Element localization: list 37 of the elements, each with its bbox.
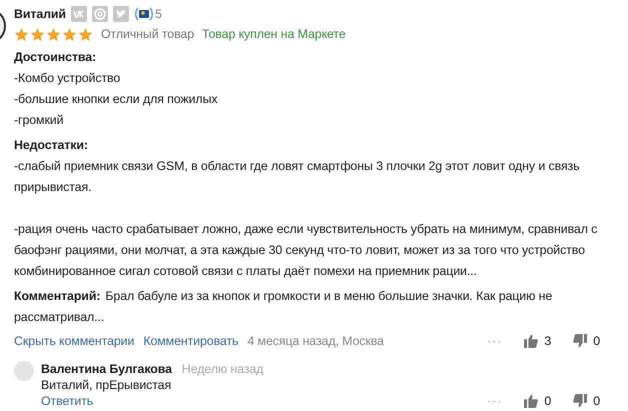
- dislike-button[interactable]: 0: [573, 332, 600, 350]
- add-comment-link[interactable]: Комментировать: [143, 332, 238, 350]
- thumb-up-icon: [524, 394, 538, 408]
- purchase-note: Товар куплен на Маркете: [202, 26, 346, 43]
- rating-text: Отличный товар: [101, 26, 194, 43]
- reply-link[interactable]: Ответить: [41, 393, 94, 409]
- star-icon: [62, 26, 77, 42]
- reply-text: Виталий, прЕрывистая: [41, 377, 172, 393]
- review-text: -рация очень часто срабатывает ложно, даже если чувствительность убрать на минимум, сравнивал с баофэнг рациями, они молчат, а эта каждые 30 секунд что-то ловит, может из за того что устройство комбинированное сигал сотовой связи с платы даёт помехи на приемник рации...: [14, 221, 598, 280]
- hide-comments-link[interactable]: Скрыть комментарии: [14, 332, 134, 350]
- dislike-button[interactable]: 0: [573, 393, 600, 409]
- star-icon: [46, 26, 61, 42]
- star-icon: [78, 26, 93, 42]
- author-name[interactable]: Виталий: [14, 4, 66, 24]
- at-sign-icon: [92, 6, 108, 22]
- star-icon: [14, 26, 29, 42]
- comment-text: Комментарий: Брал бабуле из за кнопок и громкости и в меню большие значки. Как рацию не рассматривал...: [14, 288, 554, 326]
- level-badge-icon: [134, 6, 154, 22]
- section-title: Достоинства:: [14, 49, 98, 66]
- level-number: 5: [154, 6, 162, 23]
- reply-time: Неделю назад: [182, 361, 264, 377]
- like-button[interactable]: 3: [524, 332, 552, 350]
- thumb-up-icon: [524, 334, 538, 348]
- star-icon: [30, 26, 45, 42]
- review-text: -громкий: [14, 112, 64, 129]
- section-title: Недостатки:: [14, 137, 89, 154]
- like-button[interactable]: 0: [524, 393, 552, 409]
- author-name[interactable]: Валентина Булгакова: [41, 361, 172, 377]
- review-meta: 4 месяца назад, Москва: [247, 332, 384, 350]
- review-text: -Комбо устройство: [14, 70, 122, 87]
- review-text: -слабый приемник связи GSM, в области где ловят смартфоны 3 плочки 2g этот ловит одну и связь прирывистая.: [14, 158, 580, 196]
- thumb-down-icon: [573, 334, 588, 348]
- bird-icon: [112, 6, 129, 22]
- thumb-down-icon: [573, 394, 588, 408]
- review-text: -большие кнопки если для пожилых: [14, 91, 218, 108]
- vk-icon: [70, 6, 87, 22]
- avatar: [14, 361, 34, 381]
